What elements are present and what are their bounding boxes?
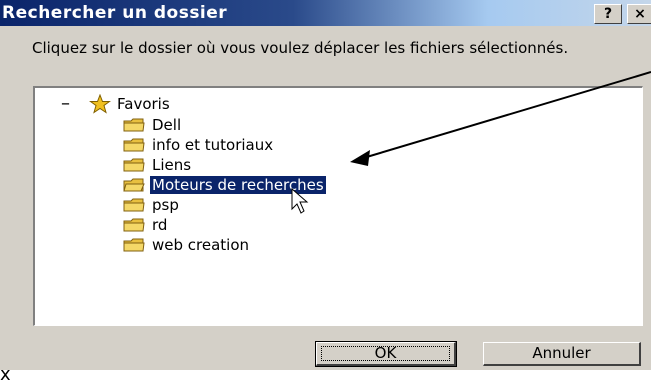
tree-item-psp[interactable]: psp — [123, 195, 181, 215]
folder-icon — [123, 138, 145, 152]
tree-item-label: Moteurs de recherches — [150, 176, 326, 194]
tree-item-label: psp — [152, 196, 179, 214]
cancel-button-label: Annuler — [532, 344, 591, 362]
folder-tree[interactable]: – Favoris Dell info et tutoriaux Liens M… — [33, 86, 643, 326]
tree-item-label: Favoris — [117, 95, 170, 113]
instruction-text: Cliquez sur le dossier où vous voulez dé… — [32, 39, 569, 57]
close-button[interactable]: × — [627, 4, 651, 24]
star-icon — [89, 94, 111, 114]
folder-icon — [123, 238, 145, 252]
page-fragment-text: x — [0, 364, 11, 380]
folder-icon — [123, 118, 145, 132]
bottom-strip — [0, 373, 651, 380]
folder-icon — [123, 158, 145, 172]
tree-item-label: rd — [152, 216, 168, 234]
folder-icon — [123, 218, 145, 232]
tree-item-favoris[interactable]: – Favoris — [35, 94, 335, 114]
tree-item-liens[interactable]: Liens — [123, 155, 193, 175]
tree-item-label: info et tutoriaux — [152, 136, 274, 154]
tree-item-moteurs-de-recherches[interactable]: Moteurs de recherches — [123, 175, 326, 195]
collapse-icon[interactable]: – — [61, 94, 70, 114]
ok-button[interactable]: OK — [315, 341, 457, 367]
screenshot: Rechercher un dossier ? × Cliquez sur le… — [0, 0, 651, 380]
folder-open-icon — [123, 178, 145, 192]
help-button[interactable]: ? — [594, 4, 622, 24]
tree-item-rd[interactable]: rd — [123, 215, 169, 235]
cancel-button[interactable]: Annuler — [483, 342, 641, 366]
folder-icon — [123, 198, 145, 212]
tree-item-label: Liens — [152, 156, 192, 174]
tree-item-label: web creation — [152, 236, 250, 254]
title-bar[interactable]: Rechercher un dossier ? × — [0, 0, 651, 26]
tree-item-dell[interactable]: Dell — [123, 115, 183, 135]
tree-item-info-et-tutoriaux[interactable]: info et tutoriaux — [123, 135, 275, 155]
window-title: Rechercher un dossier — [2, 3, 228, 23]
tree-item-web-creation[interactable]: web creation — [123, 235, 251, 255]
focus-rectangle — [321, 346, 450, 361]
tree-item-label: Dell — [152, 116, 182, 134]
